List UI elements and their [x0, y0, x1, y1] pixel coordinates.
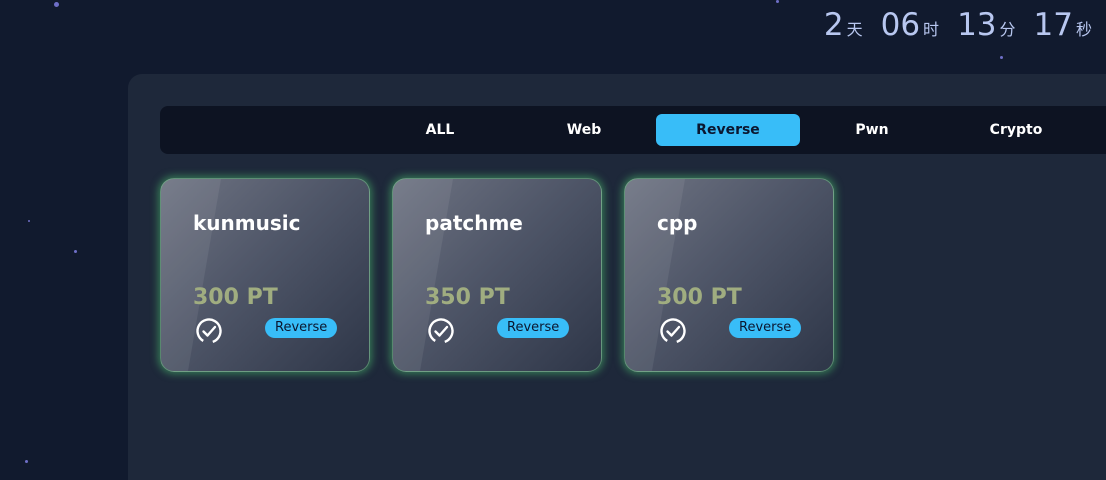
countdown-minutes-unit: 分: [999, 20, 1016, 39]
background-star: [1000, 56, 1003, 59]
challenge-name: cpp: [657, 211, 698, 235]
challenge-panel: ALL Web Reverse Pwn Crypto kunmusic 300 …: [128, 74, 1106, 480]
background-star: [28, 220, 30, 222]
challenge-card-patchme[interactable]: patchme 350 PT Reverse: [392, 178, 602, 372]
background-star: [776, 0, 779, 3]
challenge-name: patchme: [425, 211, 523, 235]
countdown-hours: 06: [880, 7, 921, 43]
category-badge: Reverse: [729, 318, 802, 338]
category-badge: Reverse: [265, 318, 338, 338]
tab-crypto[interactable]: Crypto: [944, 114, 1088, 146]
check-circle-icon: [660, 318, 686, 344]
countdown-hours-unit: 时: [923, 20, 940, 39]
countdown-seconds: 17: [1033, 7, 1073, 43]
check-circle-icon: [428, 318, 454, 344]
challenge-card-kunmusic[interactable]: kunmusic 300 PT Reverse: [160, 178, 370, 372]
category-badge: Reverse: [497, 318, 570, 338]
challenge-card-cpp[interactable]: cpp 300 PT Reverse: [624, 178, 834, 372]
countdown-days: 2: [823, 7, 844, 43]
challenge-points: 300 PT: [657, 285, 742, 310]
challenge-points: 300 PT: [193, 285, 278, 310]
category-tab-bar: ALL Web Reverse Pwn Crypto: [160, 106, 1106, 154]
countdown-minutes: 13: [957, 7, 997, 43]
background-star: [25, 460, 28, 463]
background-star: [74, 250, 77, 253]
check-circle-icon: [196, 318, 222, 344]
background-star: [54, 2, 59, 7]
countdown-seconds-unit: 秒: [1075, 20, 1092, 39]
countdown-timer: 2 天 06 时 13 分 17 秒: [824, 6, 1092, 44]
countdown-days-unit: 天: [846, 20, 863, 39]
challenge-points: 350 PT: [425, 285, 510, 310]
tab-web[interactable]: Web: [512, 114, 656, 146]
tab-reverse[interactable]: Reverse: [656, 114, 800, 146]
page-background: 2 天 06 时 13 分 17 秒 ALL Web Reverse Pwn C…: [0, 0, 1106, 480]
challenge-name: kunmusic: [193, 211, 301, 235]
tab-pwn[interactable]: Pwn: [800, 114, 944, 146]
tab-all[interactable]: ALL: [368, 114, 512, 146]
